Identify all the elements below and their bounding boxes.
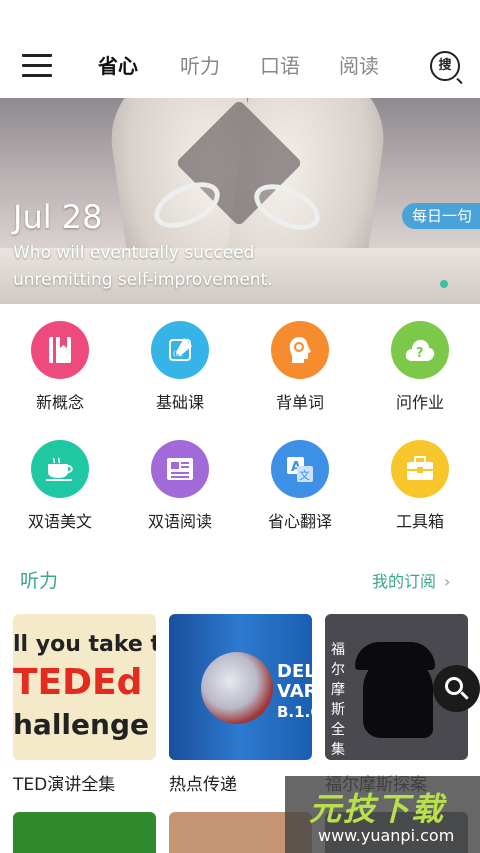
grid-item-toolbox[interactable]: 工具箱 [370, 440, 470, 532]
newspaper-icon [151, 440, 209, 498]
album-card-hot-news[interactable]: DELT VARI B.1.6 [169, 614, 312, 760]
card-art-text: B.1.6 [277, 703, 312, 721]
card-art-text: VARI [277, 681, 312, 702]
grid-item-basic-course[interactable]: (e) 基础课 [130, 321, 230, 413]
grid-item-label: 省心翻译 [267, 512, 332, 531]
grid-item-label: 背单词 [275, 393, 324, 412]
card-art-text: DELT [277, 661, 312, 682]
svg-text:(e): (e) [173, 350, 183, 358]
grid-item-label: 工具箱 [395, 512, 444, 531]
virus-image [201, 652, 273, 724]
daily-sentence-badge[interactable]: 每日一句 [402, 203, 480, 229]
watermark-url: www.yuanpi.com [318, 826, 455, 845]
floating-search-button[interactable] [433, 665, 480, 712]
brush-icon: (e) [151, 321, 209, 379]
svg-text:?: ? [416, 346, 424, 361]
silhouette-head [363, 654, 433, 738]
carousel-indicator [440, 280, 448, 288]
album-card-next-1[interactable] [13, 812, 156, 853]
card-art-text: 福尔摩斯全集 [331, 642, 345, 758]
menu-icon[interactable] [22, 54, 52, 78]
grid-item-label: 新概念 [35, 393, 84, 412]
translate-icon: A文 [271, 440, 329, 498]
grid-item-label: 双语阅读 [147, 512, 212, 531]
grid-item-label: 双语美文 [27, 512, 92, 531]
watermark-logo: 元技下载 [309, 790, 446, 828]
toolbox-icon [391, 440, 449, 498]
chevron-right-icon: › [444, 572, 451, 591]
card-art-text: hallenge [13, 708, 149, 741]
grid-item-bilingual-reading[interactable]: 双语阅读 [130, 440, 230, 532]
grid-item-new-concept[interactable]: 新概念 [10, 321, 110, 413]
grid-item-homework[interactable]: ? 问作业 [370, 321, 470, 413]
banner-quote: Who will eventually succeed unremitting … [13, 243, 273, 290]
tab-shengxin[interactable]: 省心 [98, 52, 138, 80]
grid-item-translate[interactable]: A文 省心翻译 [250, 440, 350, 532]
album-card-label[interactable]: TED演讲全集 [13, 770, 115, 795]
site-watermark: 元技下载 www.yuanpi.com [285, 776, 480, 853]
top-bar: 省心 听力 口语 阅读 搜 [0, 0, 480, 98]
tab-reading[interactable]: 阅读 [339, 52, 379, 80]
my-subscriptions-link[interactable]: 我的订阅 › [372, 568, 450, 592]
tab-listening[interactable]: 听力 [180, 52, 220, 80]
grid-item-label: 问作业 [395, 393, 444, 412]
daily-sentence-banner[interactable]: Jul 28 Who will eventually succeed unrem… [0, 98, 480, 304]
cloud-question-icon: ? [391, 321, 449, 379]
card-art-text: TEDEd [13, 662, 143, 703]
grid-item-label: 基础课 [155, 393, 204, 412]
section-title-listening: 听力 [20, 570, 59, 592]
my-subscriptions-label: 我的订阅 [372, 572, 437, 591]
bookmark-book-icon [31, 321, 89, 379]
grid-item-bilingual-essay[interactable]: 双语美文 [10, 440, 110, 532]
album-card-ted[interactable]: ll you take t TEDEd hallenge [13, 614, 156, 760]
svg-text:文: 文 [299, 468, 310, 482]
head-brain-icon [271, 321, 329, 379]
album-card-label[interactable]: 热点传递 [169, 770, 237, 795]
grid-item-vocabulary[interactable]: 背单词 [250, 321, 350, 413]
banner-date: Jul 28 [13, 198, 103, 236]
coffee-cup-icon [31, 440, 89, 498]
card-art-text: ll you take t [13, 632, 156, 657]
search-icon[interactable]: 搜 [430, 51, 460, 81]
tab-speaking[interactable]: 口语 [260, 52, 300, 80]
